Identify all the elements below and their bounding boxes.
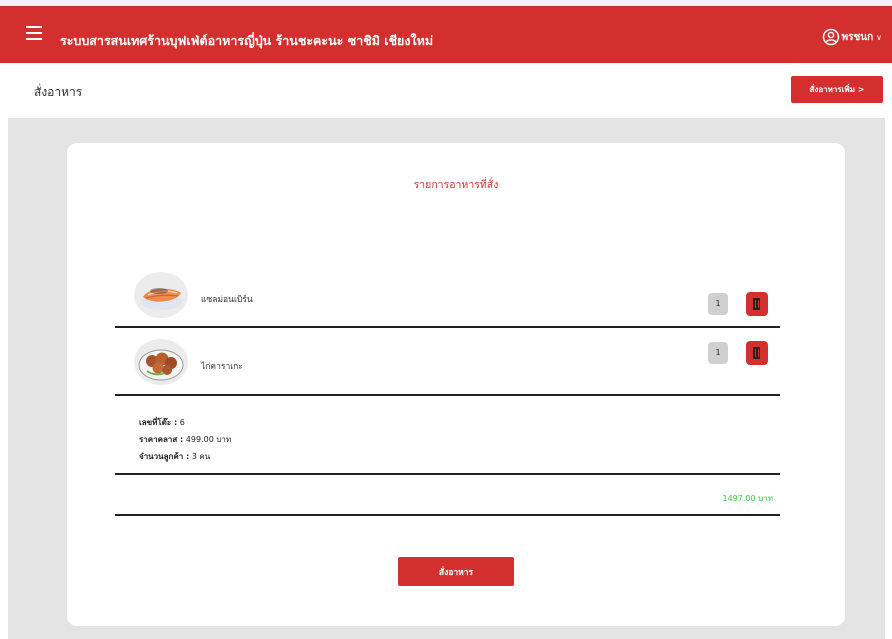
food-name: แซลม่อนเบิร์น	[201, 295, 253, 305]
customer-count: จำนวนลูกค้า : 3 คน	[139, 452, 211, 461]
quantity-box[interactable]: 1	[708, 293, 728, 315]
food-name: ไก่คาราเกะ	[201, 362, 243, 372]
sub-header: สั่งอาหาร สั่งอาหารเพิ่ม >	[0, 63, 892, 117]
karaage-image	[134, 339, 188, 385]
trash-icon	[753, 347, 760, 359]
chevron-down-icon: ∨	[876, 32, 882, 42]
delete-button[interactable]	[746, 292, 768, 316]
divider	[115, 514, 780, 516]
card-title: รายการอาหารที่สั่ง	[413, 179, 499, 191]
divider	[115, 394, 780, 396]
divider	[115, 326, 780, 328]
menu-icon[interactable]	[26, 26, 42, 40]
quantity-box[interactable]: 1	[708, 342, 728, 364]
submit-order-button[interactable]: สั่งอาหาร	[398, 557, 514, 586]
app-title: ระบบสารสนเทศร้านบุฟเฟ่ต์อาหารญี่ปุ่น ร้า…	[60, 33, 434, 48]
page-title: สั่งอาหาร	[34, 85, 83, 99]
user-name: พรชนก	[841, 31, 874, 43]
order-more-button[interactable]: สั่งอาหารเพิ่ม >	[791, 76, 883, 103]
order-card: รายการอาหารที่สั่ง แซลม่อนเบิร์น 1 ไก่คา…	[67, 143, 845, 626]
user-menu[interactable]: พรชนก ∨	[822, 28, 882, 46]
table-number: เลขที่โต๊ะ : 6	[139, 418, 185, 427]
trash-icon	[753, 298, 760, 310]
divider	[115, 473, 780, 475]
user-icon	[822, 28, 839, 46]
delete-button[interactable]	[746, 341, 768, 365]
salmon-image	[134, 272, 188, 318]
total-price: 1497.00 บาท	[722, 494, 773, 503]
class-price: ราคาคลาส : 499.00 บาท	[139, 435, 232, 444]
app-header: ระบบสารสนเทศร้านบุฟเฟ่ต์อาหารญี่ปุ่น ร้า…	[0, 6, 892, 63]
